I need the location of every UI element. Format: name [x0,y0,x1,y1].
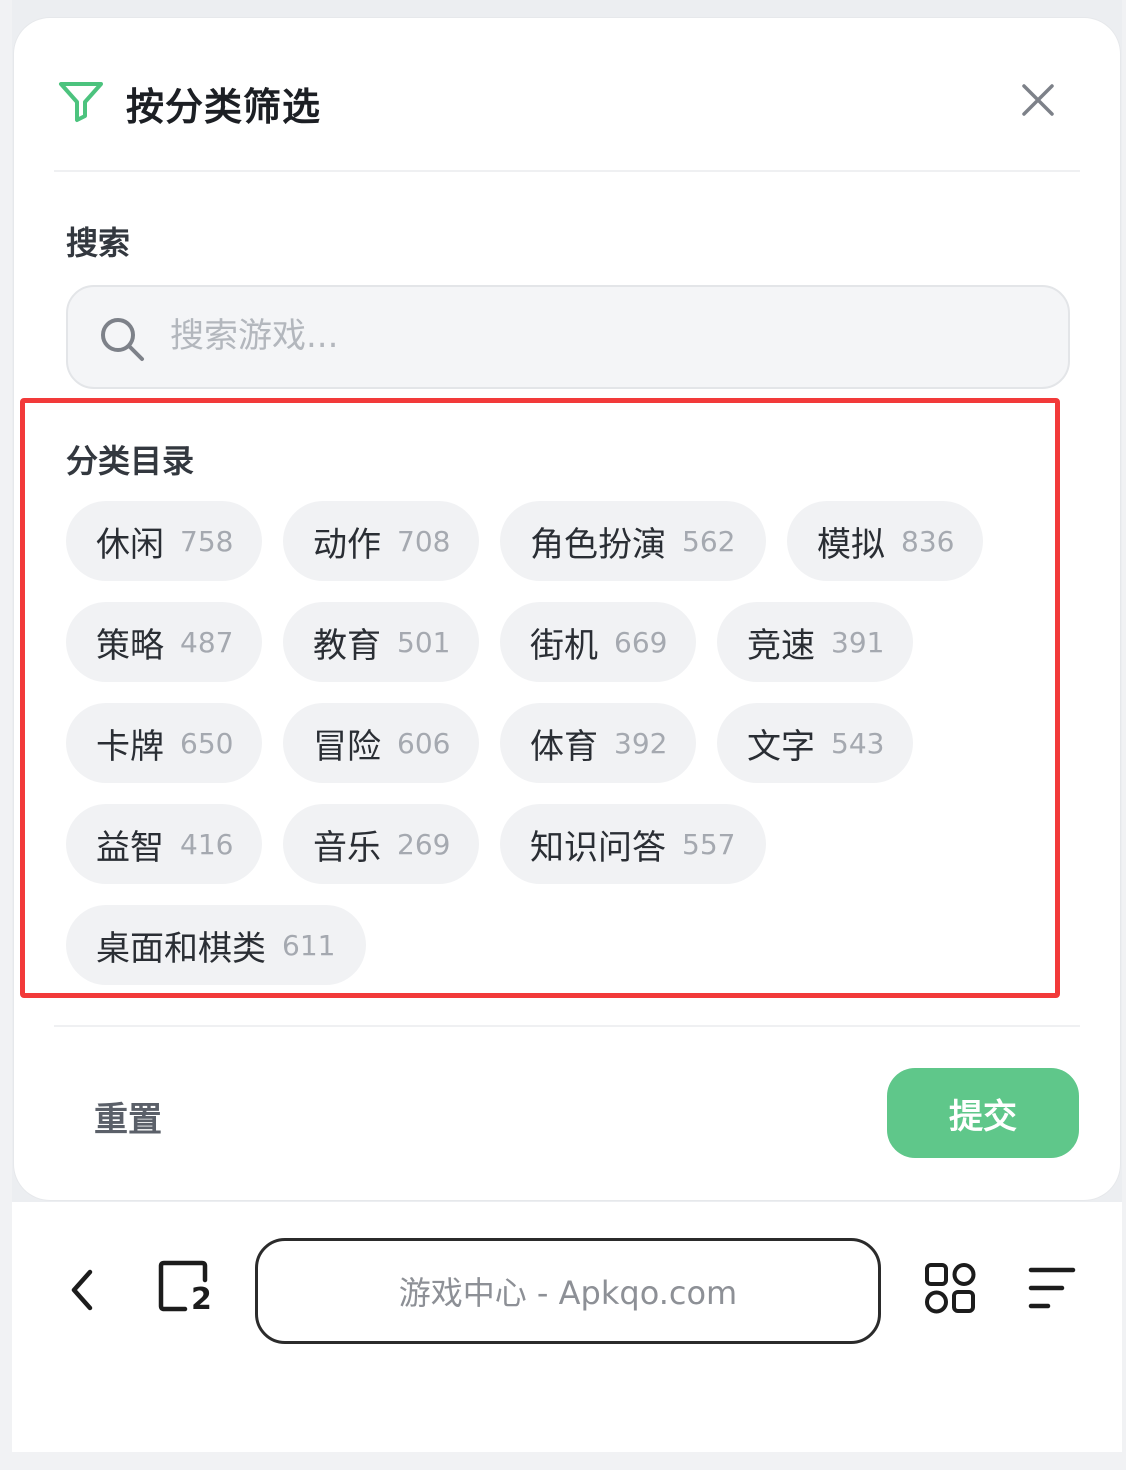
header-divider [54,170,1080,172]
footer-divider [54,1025,1080,1027]
search-label: 搜索 [66,224,131,262]
categories-highlight-box [20,398,1060,998]
browser-bottom-bar: 2 游戏中心 - Apkqo.com [12,1202,1122,1452]
close-icon[interactable] [1018,80,1058,120]
dialog-header: 按分类筛选 [14,18,1120,172]
reset-button[interactable]: 重置 [94,1092,162,1141]
apps-grid-icon[interactable] [924,1262,976,1314]
dialog-title: 按分类筛选 [126,85,322,129]
tab-count: 2 [191,1282,212,1317]
search-icon [101,318,144,361]
menu-icon[interactable] [1028,1264,1076,1312]
address-bar[interactable]: 游戏中心 - Apkqo.com [255,1238,881,1344]
filter-icon [59,82,103,122]
submit-button[interactable]: 提交 [887,1068,1079,1158]
search-input[interactable] [168,305,1032,367]
search-box[interactable] [66,285,1070,389]
back-icon[interactable] [66,1268,102,1312]
tabs-button[interactable]: 2 [157,1260,213,1317]
